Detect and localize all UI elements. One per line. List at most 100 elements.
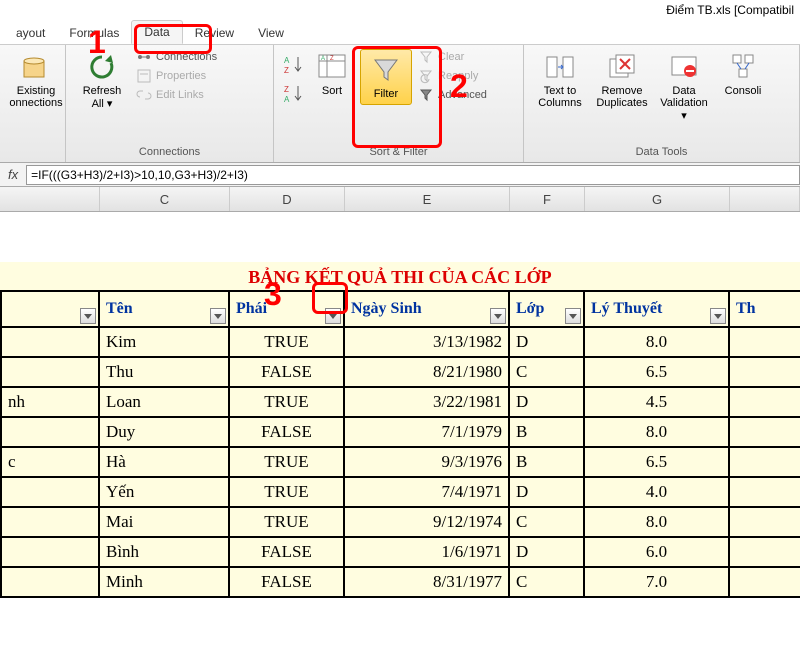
cell-ngaysinh[interactable]: 8/21/1980 — [345, 358, 510, 386]
cell-lop[interactable]: B — [510, 418, 585, 446]
advanced-button[interactable]: Advanced — [418, 87, 487, 103]
cell-lop[interactable]: D — [510, 538, 585, 566]
cell-phai[interactable]: TRUE — [230, 388, 345, 416]
worksheet[interactable]: BẢNG KẾT QUẢ THI CỦA CÁC LỚP Tên Phái Ng… — [0, 212, 800, 598]
cell-phai[interactable]: TRUE — [230, 508, 345, 536]
cell-ngaysinh[interactable]: 3/13/1982 — [345, 328, 510, 356]
cell-lop[interactable]: C — [510, 508, 585, 536]
cell-lop[interactable]: D — [510, 388, 585, 416]
cell-b[interactable] — [0, 568, 100, 596]
cell-ten[interactable]: Hà — [100, 448, 230, 476]
cell-phai[interactable]: FALSE — [230, 418, 345, 446]
data-validation-button[interactable]: Data Validation ▾ — [656, 49, 712, 124]
cell-phai[interactable]: FALSE — [230, 358, 345, 386]
cell-b[interactable] — [0, 328, 100, 356]
cell-lythuyet[interactable]: 7.0 — [585, 568, 730, 596]
tab-layout[interactable]: ayout — [4, 22, 57, 44]
cell-ten[interactable]: Bình — [100, 538, 230, 566]
cell-ngaysinh[interactable]: 1/6/1971 — [345, 538, 510, 566]
cell-lythuyet[interactable]: 4.5 — [585, 388, 730, 416]
cell-phai[interactable]: TRUE — [230, 328, 345, 356]
filter-button[interactable]: Filter — [360, 49, 412, 105]
filter-dropdown-b[interactable] — [80, 308, 96, 324]
tab-review[interactable]: Review — [183, 22, 246, 44]
cell-lop[interactable]: C — [510, 568, 585, 596]
formula-input[interactable] — [26, 165, 800, 185]
connections-button[interactable]: Connections — [136, 49, 217, 65]
cell-lythuyet[interactable]: 6.5 — [585, 448, 730, 476]
table-row[interactable]: MinhFALSE8/31/1977C7.0 — [0, 568, 800, 598]
cell-ngaysinh[interactable]: 7/4/1971 — [345, 478, 510, 506]
cell-ngaysinh[interactable]: 8/31/1977 — [345, 568, 510, 596]
cell-lythuyet[interactable]: 4.0 — [585, 478, 730, 506]
consolidate-button[interactable]: Consoli — [718, 49, 768, 99]
tab-formulas[interactable]: Formulas — [57, 22, 131, 44]
table-row[interactable]: KimTRUE3/13/1982D8.0 — [0, 328, 800, 358]
cell-th[interactable] — [730, 358, 800, 386]
col-header-h[interactable] — [730, 187, 800, 211]
cell-b[interactable]: nh — [0, 388, 100, 416]
cell-ten[interactable]: Thu — [100, 358, 230, 386]
cell-ten[interactable]: Kim — [100, 328, 230, 356]
cell-b[interactable] — [0, 418, 100, 446]
filter-dropdown-ten[interactable] — [210, 308, 226, 324]
cell-th[interactable] — [730, 388, 800, 416]
cell-phai[interactable]: FALSE — [230, 538, 345, 566]
col-header-b[interactable] — [0, 187, 100, 211]
text-to-columns-button[interactable]: Text to Columns — [532, 49, 588, 111]
cell-b[interactable] — [0, 478, 100, 506]
table-row[interactable]: DuyFALSE7/1/1979B8.0 — [0, 418, 800, 448]
cell-ngaysinh[interactable]: 9/3/1976 — [345, 448, 510, 476]
tab-view[interactable]: View — [246, 22, 296, 44]
col-header-f[interactable]: F — [510, 187, 585, 211]
cell-lythuyet[interactable]: 8.0 — [585, 328, 730, 356]
cell-th[interactable] — [730, 478, 800, 506]
cell-th[interactable] — [730, 448, 800, 476]
table-row[interactable]: cHàTRUE9/3/1976B6.5 — [0, 448, 800, 478]
remove-duplicates-button[interactable]: Remove Duplicates — [594, 49, 650, 111]
filter-dropdown-ngaysinh[interactable] — [490, 308, 506, 324]
table-row[interactable]: BìnhFALSE1/6/1971D6.0 — [0, 538, 800, 568]
sort-asc-icon[interactable]: AZ — [282, 53, 304, 78]
cell-b[interactable] — [0, 508, 100, 536]
cell-lop[interactable]: D — [510, 478, 585, 506]
cell-lythuyet[interactable]: 8.0 — [585, 508, 730, 536]
cell-th[interactable] — [730, 418, 800, 446]
sort-desc-icon[interactable]: ZA — [282, 82, 304, 107]
table-row[interactable]: nhLoanTRUE3/22/1981D4.5 — [0, 388, 800, 418]
table-row[interactable]: YếnTRUE7/4/1971D4.0 — [0, 478, 800, 508]
col-header-g[interactable]: G — [585, 187, 730, 211]
tab-data[interactable]: Data — [131, 20, 182, 44]
filter-dropdown-lop[interactable] — [565, 308, 581, 324]
refresh-all-button[interactable]: Refresh All ▾ — [74, 49, 130, 112]
table-row[interactable]: MaiTRUE9/12/1974C8.0 — [0, 508, 800, 538]
col-header-e[interactable]: E — [345, 187, 510, 211]
cell-ten[interactable]: Loan — [100, 388, 230, 416]
cell-ngaysinh[interactable]: 3/22/1981 — [345, 388, 510, 416]
existing-connections-button[interactable]: Existing onnections — [8, 49, 64, 111]
filter-dropdown-phai[interactable] — [325, 308, 341, 324]
cell-b[interactable] — [0, 358, 100, 386]
cell-th[interactable] — [730, 508, 800, 536]
table-row[interactable]: ThuFALSE8/21/1980C6.5 — [0, 358, 800, 388]
cell-b[interactable]: c — [0, 448, 100, 476]
cell-phai[interactable]: FALSE — [230, 568, 345, 596]
col-header-c[interactable]: C — [100, 187, 230, 211]
col-header-d[interactable]: D — [230, 187, 345, 211]
fx-icon[interactable]: fx — [0, 167, 26, 182]
cell-b[interactable] — [0, 538, 100, 566]
cell-ten[interactable]: Yến — [100, 478, 230, 506]
cell-ngaysinh[interactable]: 9/12/1974 — [345, 508, 510, 536]
cell-lop[interactable]: B — [510, 448, 585, 476]
cell-phai[interactable]: TRUE — [230, 448, 345, 476]
cell-lythuyet[interactable]: 6.5 — [585, 358, 730, 386]
cell-lop[interactable]: C — [510, 358, 585, 386]
cell-ngaysinh[interactable]: 7/1/1979 — [345, 418, 510, 446]
filter-dropdown-lythuyet[interactable] — [710, 308, 726, 324]
cell-lythuyet[interactable]: 8.0 — [585, 418, 730, 446]
cell-lythuyet[interactable]: 6.0 — [585, 538, 730, 566]
cell-ten[interactable]: Mai — [100, 508, 230, 536]
cell-th[interactable] — [730, 568, 800, 596]
cell-ten[interactable]: Duy — [100, 418, 230, 446]
cell-th[interactable] — [730, 328, 800, 356]
